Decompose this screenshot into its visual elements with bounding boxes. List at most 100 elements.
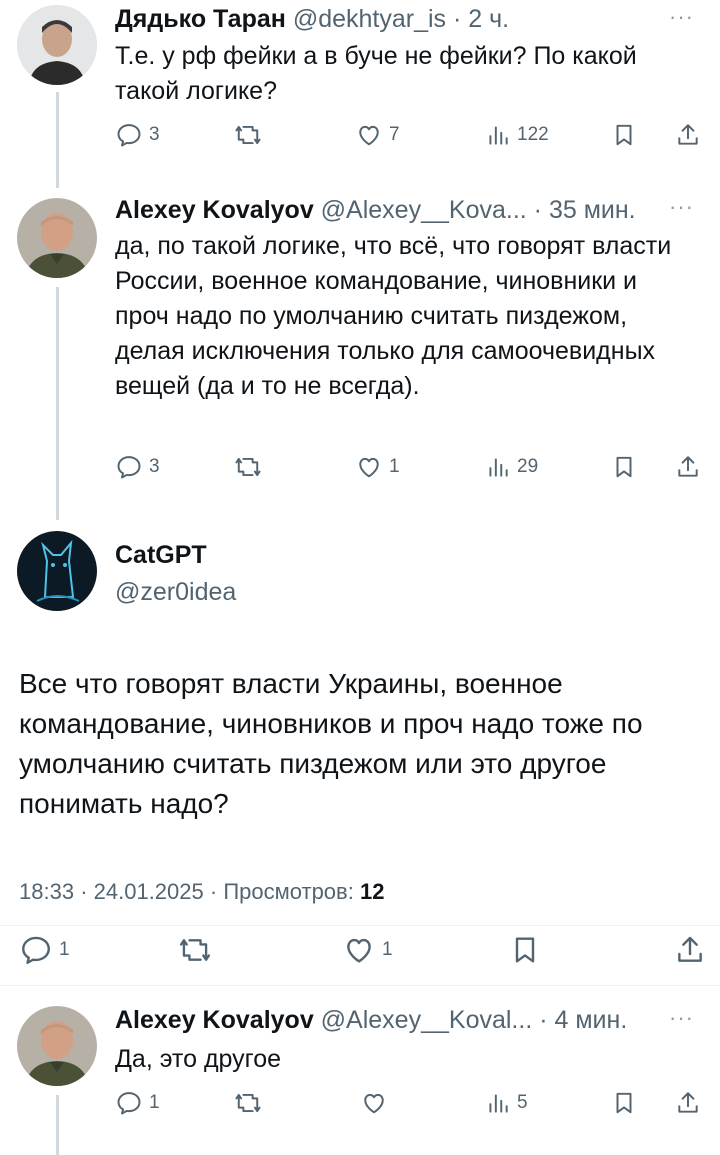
tweet-header: Alexey Kovalyov @Alexey__Koval... · 4 ми… (115, 1004, 627, 1036)
share-icon (675, 453, 701, 481)
handle[interactable]: @dekhtyar_is (293, 5, 446, 33)
like-button[interactable] (360, 1089, 394, 1117)
tweet-actions: 1 5 (115, 1089, 705, 1129)
timestamp[interactable]: 35 мин. (549, 196, 636, 224)
tweet-text: Т.е. у рф фейки а в буче не фейки? По ка… (115, 42, 637, 105)
share-button[interactable] (675, 1089, 701, 1117)
thread-line (56, 92, 59, 188)
divider (0, 925, 720, 926)
tweet-actions: 1 1 (19, 933, 709, 973)
reply-count: 3 (149, 456, 160, 477)
date[interactable]: 24.01.2025 (94, 879, 204, 904)
like-count: 7 (389, 124, 400, 145)
reply-count: 1 (59, 939, 70, 960)
views-icon (485, 1089, 511, 1117)
retweet-icon (233, 453, 263, 481)
display-name[interactable]: Alexey Kovalyov (115, 196, 314, 224)
reply-icon (19, 933, 53, 967)
display-name[interactable]: Alexey Kovalyov (115, 1006, 314, 1034)
tweet-actions: 3 1 29 (115, 453, 705, 493)
reply-count: 1 (149, 1092, 160, 1113)
views-count: 5 (517, 1092, 528, 1113)
tweet-text: Да, это другое (115, 1045, 282, 1073)
handle[interactable]: @zer0idea (115, 576, 236, 608)
share-button[interactable] (674, 933, 706, 967)
bookmark-button[interactable] (509, 933, 541, 967)
divider (0, 985, 720, 986)
views-count: 29 (517, 456, 539, 477)
like-icon (360, 1089, 388, 1117)
like-icon (355, 121, 383, 149)
avatar[interactable] (17, 1006, 97, 1086)
bookmark-icon (611, 1089, 637, 1117)
reply-button[interactable]: 1 (115, 1089, 160, 1117)
more-options-icon[interactable]: ··· (669, 194, 694, 220)
retweet-icon (233, 1089, 263, 1117)
views-button[interactable]: 29 (485, 453, 538, 481)
views-count: 12 (359, 879, 385, 904)
timestamp[interactable]: 18:33 (19, 879, 74, 904)
timestamp[interactable]: 2 ч. (468, 5, 509, 33)
timestamp[interactable]: 4 мин. (555, 1006, 628, 1034)
avatar[interactable] (17, 198, 97, 278)
reply-button[interactable]: 3 (115, 121, 160, 149)
avatar[interactable] (17, 5, 97, 85)
retweet-icon (177, 933, 213, 967)
tweet-text: Все что говорят власти Украины, военное … (19, 668, 643, 819)
bookmark-icon (611, 453, 637, 481)
share-button[interactable] (675, 453, 701, 481)
bookmark-button[interactable] (611, 1089, 637, 1117)
bookmark-icon (509, 933, 541, 967)
reply-icon (115, 453, 143, 481)
tweet-header: Дядько Таран @dekhtyar_is · 2 ч. (115, 3, 509, 35)
like-count: 1 (389, 456, 400, 477)
share-icon (675, 121, 701, 149)
reply-button[interactable]: 1 (19, 933, 70, 967)
separator-dot: · (453, 5, 462, 33)
more-options-icon[interactable]: ··· (669, 1005, 694, 1031)
main-tweet[interactable]: CatGPT @zer0idea Все что говорят власти … (0, 525, 720, 986)
bookmark-icon (611, 121, 637, 149)
retweet-button[interactable] (233, 453, 269, 481)
views-label: Просмотров: (223, 879, 354, 904)
like-button[interactable]: 1 (342, 933, 393, 967)
tweet-1[interactable]: Дядько Таран @dekhtyar_is · 2 ч. ··· Т.е… (0, 0, 720, 188)
display-name[interactable]: CatGPT (115, 539, 207, 571)
separator-dot: · (209, 879, 218, 904)
reply-button[interactable]: 3 (115, 453, 160, 481)
tweet-2[interactable]: Alexey Kovalyov @Alexey__Kova... · 35 ми… (0, 190, 720, 520)
share-button[interactable] (675, 121, 701, 149)
retweet-button[interactable] (233, 1089, 269, 1117)
bookmark-button[interactable] (611, 121, 637, 149)
retweet-button[interactable] (177, 933, 219, 967)
share-icon (674, 933, 706, 967)
tweet-meta: 18:33 · 24.01.2025 · Просмотров: 12 (19, 876, 384, 908)
like-icon (342, 933, 376, 967)
views-icon (485, 453, 511, 481)
handle[interactable]: @Alexey__Koval... (321, 1006, 533, 1034)
retweet-button[interactable] (233, 121, 269, 149)
views-button[interactable]: 122 (485, 121, 549, 149)
like-button[interactable]: 7 (355, 121, 400, 149)
handle[interactable]: @Alexey__Kova... (321, 196, 527, 224)
reply-icon (115, 121, 143, 149)
like-button[interactable]: 1 (355, 453, 400, 481)
like-icon (355, 453, 383, 481)
views-icon (485, 121, 511, 149)
display-name[interactable]: Дядько Таран (115, 5, 286, 33)
bookmark-button[interactable] (611, 453, 637, 481)
like-count: 1 (382, 939, 393, 960)
views-button[interactable]: 5 (485, 1089, 528, 1117)
thread-line (56, 1095, 59, 1155)
tweet-text: да, по такой логике, что всё, что говоря… (115, 232, 672, 400)
more-options-icon[interactable]: ··· (669, 4, 694, 30)
views-count: 122 (517, 124, 549, 145)
reply-tweet[interactable]: Alexey Kovalyov @Alexey__Koval... · 4 ми… (0, 995, 720, 1155)
share-icon (675, 1089, 701, 1117)
reply-count: 3 (149, 124, 160, 145)
tweet-header: Alexey Kovalyov @Alexey__Kova... · 35 ми… (115, 194, 636, 226)
separator-dot: · (539, 1006, 548, 1034)
thread-line (56, 287, 59, 520)
separator-dot: · (533, 196, 542, 224)
avatar[interactable] (17, 531, 97, 611)
